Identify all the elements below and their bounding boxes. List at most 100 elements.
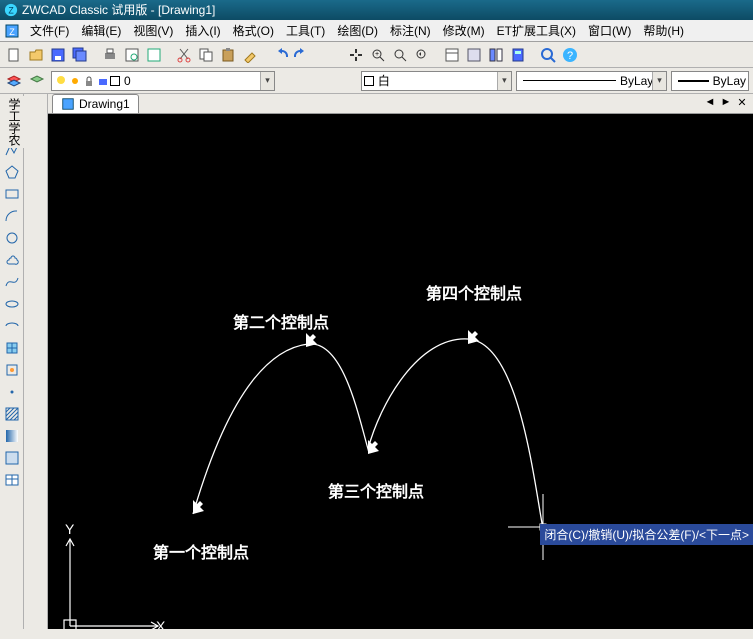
layer-color-swatch xyxy=(110,76,120,86)
plot-icon xyxy=(96,74,110,88)
arc-button[interactable] xyxy=(2,206,22,226)
polygon-button[interactable] xyxy=(2,162,22,182)
draw-toolbar-2: 学工学农 xyxy=(24,94,48,629)
menu-help[interactable]: 帮助(H) xyxy=(637,20,690,41)
designcenter-button[interactable] xyxy=(464,45,484,65)
properties-button[interactable] xyxy=(442,45,462,65)
tab-close-button[interactable]: ✕ xyxy=(735,96,749,109)
label-point-1: 第一个控制点 xyxy=(153,539,249,563)
linetype-preview xyxy=(523,80,616,81)
zoom-realtime-button[interactable]: + xyxy=(368,45,388,65)
lock-icon xyxy=(82,74,96,88)
insert-block-button[interactable] xyxy=(2,338,22,358)
rectangle-button[interactable] xyxy=(2,184,22,204)
linetype-dropdown[interactable]: ByLayer ▾ xyxy=(516,71,667,91)
save-button[interactable] xyxy=(48,45,68,65)
svg-text:Z: Z xyxy=(9,27,15,37)
standard-toolbar: + ? xyxy=(0,42,753,68)
menu-format[interactable]: 格式(O) xyxy=(227,20,280,41)
tab-next-button[interactable]: ► xyxy=(719,96,733,109)
label-point-2: 第二个控制点 xyxy=(233,309,329,333)
title-bar: Z ZWCAD Classic 试用版 - [Drawing1] xyxy=(0,0,753,20)
print-button[interactable] xyxy=(100,45,120,65)
point-button[interactable] xyxy=(2,382,22,402)
zoom-prev-button[interactable] xyxy=(412,45,432,65)
chevron-down-icon[interactable]: ▾ xyxy=(260,72,274,90)
paste-button[interactable] xyxy=(218,45,238,65)
ellipse-button[interactable] xyxy=(2,294,22,314)
print-preview-button[interactable] xyxy=(122,45,142,65)
chevron-down-icon[interactable]: ▾ xyxy=(652,72,666,90)
drawing-canvas[interactable]: X Y 第一个控制点 第二个控制点 第三个控制点 第四个控制点 闭合(C)/撤销… xyxy=(48,114,753,629)
draw-toolbar xyxy=(0,94,24,629)
menu-edit[interactable]: 编辑(E) xyxy=(75,20,127,41)
menu-bar: Z 文件(F) 编辑(E) 视图(V) 插入(I) 格式(O) 工具(T) 绘图… xyxy=(0,20,753,42)
tab-drawing1[interactable]: Drawing1 xyxy=(52,94,139,113)
hatch-button[interactable] xyxy=(2,404,22,424)
axis-x-label: X xyxy=(156,618,166,629)
sun-icon xyxy=(68,74,82,88)
make-block-button[interactable] xyxy=(2,360,22,380)
layer-name: 0 xyxy=(124,74,131,88)
menu-draw[interactable]: 绘图(D) xyxy=(331,20,384,41)
label-point-4: 第四个控制点 xyxy=(426,280,522,304)
lineweight-preview xyxy=(678,80,709,82)
tab-prev-button[interactable]: ◄ xyxy=(703,96,717,109)
svg-text:+: + xyxy=(375,51,379,58)
region-button[interactable] xyxy=(2,448,22,468)
color-dropdown[interactable]: 白 ▾ xyxy=(361,71,512,91)
gradient-button[interactable] xyxy=(2,426,22,446)
calculator-button[interactable] xyxy=(508,45,528,65)
copy-button[interactable] xyxy=(196,45,216,65)
tab-nav: ◄ ► ✕ xyxy=(703,96,749,109)
zoom-button[interactable] xyxy=(538,45,558,65)
help-button[interactable]: ? xyxy=(560,45,580,65)
axis-y-label: Y xyxy=(65,521,75,537)
dwg-icon xyxy=(61,97,75,111)
color-label: 白 xyxy=(378,72,390,89)
open-button[interactable] xyxy=(26,45,46,65)
table-button[interactable] xyxy=(2,470,22,490)
revcloud-button[interactable] xyxy=(2,250,22,270)
ellipse-arc-button[interactable] xyxy=(2,316,22,336)
saveall-button[interactable] xyxy=(70,45,90,65)
menu-ettools[interactable]: ET扩展工具(X) xyxy=(491,20,582,41)
lineweight-label: ByLay xyxy=(713,74,746,88)
lineweight-dropdown[interactable]: ByLay xyxy=(671,71,749,91)
color-swatch xyxy=(364,76,374,86)
publish-button[interactable] xyxy=(144,45,164,65)
menu-insert[interactable]: 插入(I) xyxy=(179,20,226,41)
status-bar xyxy=(0,629,753,639)
cut-button[interactable] xyxy=(174,45,194,65)
layer-prop-button[interactable] xyxy=(4,71,23,91)
redo-button[interactable] xyxy=(292,45,312,65)
app-logo-icon: Z xyxy=(4,3,18,17)
zoom-window-button[interactable] xyxy=(390,45,410,65)
circle-button[interactable] xyxy=(2,228,22,248)
menu-file[interactable]: 文件(F) xyxy=(24,20,75,41)
document-tab-row: Drawing1 ◄ ► ✕ xyxy=(48,94,753,114)
command-prompt: 闭合(C)/撤销(U)/拟合公差(F)/<下一点> xyxy=(540,524,753,545)
spline-button[interactable] xyxy=(2,272,22,292)
new-button[interactable] xyxy=(4,45,24,65)
tab-label: Drawing1 xyxy=(79,97,130,111)
menu-tools[interactable]: 工具(T) xyxy=(280,20,331,41)
svg-text:?: ? xyxy=(567,50,573,62)
menu-dim[interactable]: 标注(N) xyxy=(384,20,437,41)
svg-text:Z: Z xyxy=(8,6,14,16)
layer-state-button[interactable] xyxy=(27,71,46,91)
undo-button[interactable] xyxy=(270,45,290,65)
chevron-down-icon[interactable]: ▾ xyxy=(497,72,511,90)
doc-logo-icon: Z xyxy=(4,23,20,39)
label-point-3: 第三个控制点 xyxy=(328,478,424,502)
pan-button[interactable] xyxy=(346,45,366,65)
layer-dropdown[interactable]: 0 ▾ xyxy=(51,71,275,91)
matchprop-button[interactable] xyxy=(240,45,260,65)
window-title: ZWCAD Classic 试用版 - [Drawing1] xyxy=(22,0,215,20)
toolbar-grip-label: 学工学农 xyxy=(4,96,25,148)
menu-window[interactable]: 窗口(W) xyxy=(582,20,637,41)
menu-view[interactable]: 视图(V) xyxy=(127,20,179,41)
toolpalettes-button[interactable] xyxy=(486,45,506,65)
menu-modify[interactable]: 修改(M) xyxy=(437,20,491,41)
bulb-icon xyxy=(54,74,68,88)
